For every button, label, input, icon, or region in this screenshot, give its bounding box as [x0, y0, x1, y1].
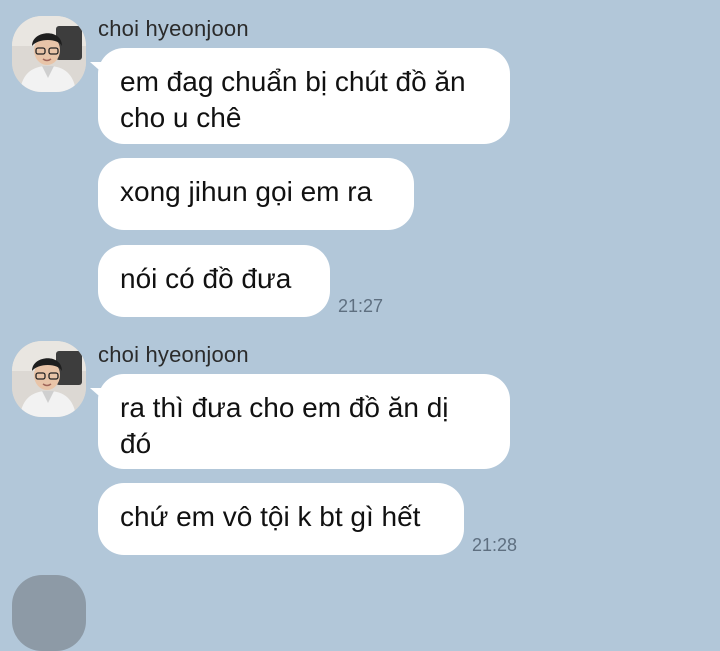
message-bubble[interactable]: em đag chuẩn bị chút đồ ăn cho u chê [98, 48, 510, 144]
message-bubble[interactable]: ra thì đưa cho em đồ ăn dị đó [98, 374, 510, 469]
message-text: cho u chê [120, 102, 242, 133]
message-timestamp: 21:28 [472, 535, 518, 555]
message-text: xong jihun gọi em ra [120, 176, 373, 207]
message-text: ra thì đưa cho em đồ ăn dị [120, 392, 449, 423]
message-text: em đag chuẩn bị chút đồ ăn [120, 66, 466, 97]
message-text: nói có đồ đưa [120, 263, 292, 294]
sender-name: choi hyeonjoon [98, 16, 249, 41]
profile-photo-icon[interactable] [12, 341, 86, 417]
chat-area[interactable]: choi hyeonjoon em đag chuẩn bị chút đồ ă… [0, 0, 720, 651]
message-bubble[interactable]: nói có đồ đưa [98, 245, 330, 317]
profile-photo-icon[interactable] [12, 16, 86, 92]
profile-photo-icon[interactable] [12, 575, 86, 651]
sender-name: choi hyeonjoon [98, 342, 249, 367]
message-timestamp: 21:27 [338, 296, 384, 316]
message-text: đó [120, 428, 152, 459]
message-bubble[interactable]: xong jihun gọi em ra [98, 158, 414, 230]
message-bubble[interactable]: chứ em vô tội k bt gì hết [98, 483, 464, 555]
message-text: chứ em vô tội k bt gì hết [120, 501, 421, 532]
